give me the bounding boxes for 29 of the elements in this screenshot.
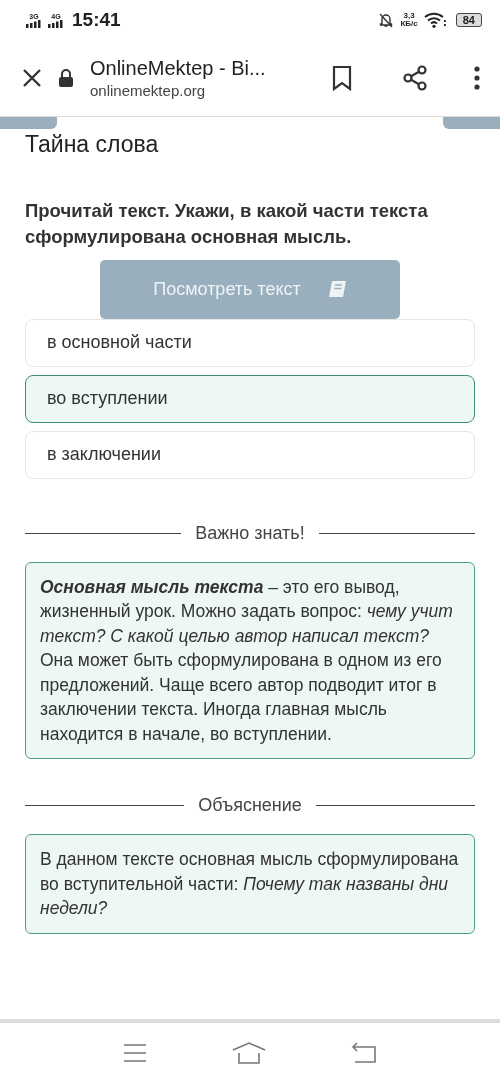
battery-level: 84	[455, 13, 482, 27]
page-url: onlinemektep.org	[90, 82, 207, 99]
info-card: Основная мысль текста – это его вывод, жизненный урок. Можно задать вопрос: чему учит текст? С какой целью автор написал текст? Она может быть сформулирована в одном из его предложений. Чаще всего автор подводит итог в заключении текста. Иногда главная мысль находится в начале, во вступлении.	[25, 561, 475, 760]
speed-unit: КБ/с	[400, 20, 418, 28]
menu-icon[interactable]	[474, 66, 480, 90]
bookmark-icon[interactable]	[332, 65, 352, 91]
share-icon[interactable]	[402, 65, 428, 91]
close-icon[interactable]	[22, 68, 42, 88]
page-title: OnlineMektep - Bi...	[90, 57, 267, 80]
signal-icon	[26, 19, 42, 28]
signal-icon	[48, 19, 64, 28]
tab-edge	[0, 117, 57, 129]
info-card: В данном тексте основная мысль сформулирована во вступительной части: Почему так названы дни недели?	[25, 834, 475, 934]
answer-option[interactable]: во вступлении	[25, 374, 475, 423]
question-text: Прочитай текст. Укажи, в какой части текста сформулирована основная мысль.	[25, 199, 429, 249]
section-heading: Важно знать!	[195, 522, 305, 544]
lesson-title: Тайна слова	[25, 131, 160, 158]
back-icon[interactable]	[351, 1042, 378, 1064]
wifi-icon	[423, 12, 446, 28]
clock-time: 15:41	[72, 9, 121, 31]
bell-off-icon	[378, 12, 395, 28]
section-heading: Объяснение	[198, 795, 302, 817]
speed-value: 3,3	[403, 12, 415, 20]
home-icon[interactable]	[232, 1042, 266, 1064]
lock-icon	[58, 68, 74, 88]
tab-edge	[443, 117, 500, 129]
answer-option[interactable]: в основной части	[25, 318, 475, 367]
book-icon	[326, 280, 347, 299]
answer-option[interactable]: в заключении	[25, 430, 475, 479]
